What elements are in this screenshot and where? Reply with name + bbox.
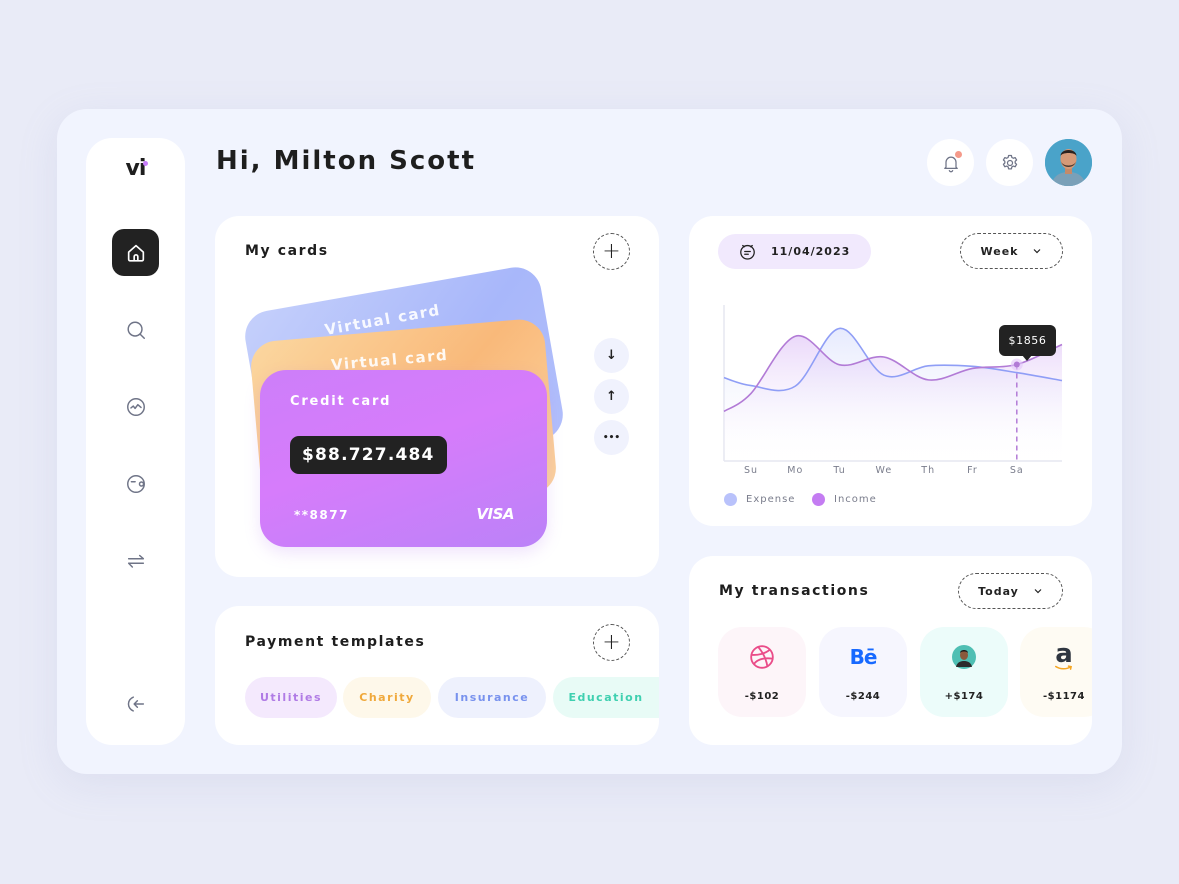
x-tick-label: Mo <box>787 465 803 476</box>
amazon-logo-text: a <box>1055 639 1073 669</box>
chip-label: Insurance <box>454 691 530 704</box>
sidebar: vi <box>86 138 185 745</box>
x-tick-label: Fr <box>967 465 978 476</box>
logo: vi <box>86 156 185 181</box>
move-down-button[interactable]: ↓ <box>594 338 629 373</box>
logo-dot <box>143 161 148 166</box>
logout-button[interactable] <box>112 680 159 727</box>
transactions-title: My transactions <box>719 583 870 599</box>
transaction-item[interactable]: -$102 <box>718 627 806 717</box>
activity-icon <box>126 397 145 416</box>
dribbble-icon <box>749 643 775 671</box>
add-template-button[interactable]: + <box>593 624 630 661</box>
template-chip-education[interactable]: Education <box>553 677 659 718</box>
plus-icon: + <box>602 629 621 655</box>
logo-text: vi <box>125 156 147 181</box>
sidebar-item-wallet[interactable] <box>112 460 159 507</box>
card-balance: $88.727.484 <box>290 436 447 474</box>
period-dropdown[interactable]: Week <box>960 233 1063 269</box>
card-number: **8877 <box>294 508 349 522</box>
chart-tooltip: $1856 <box>999 325 1056 361</box>
transaction-amount: -$102 <box>744 691 780 702</box>
transaction-amount: -$244 <box>845 691 881 702</box>
transaction-amount: +$174 <box>944 691 984 702</box>
x-tick-label: Su <box>744 465 758 476</box>
sidebar-item-home[interactable] <box>112 229 159 276</box>
person-avatar-icon <box>952 643 976 671</box>
x-tick-label: Sa <box>1010 465 1024 476</box>
template-chip-charity[interactable]: Charity <box>343 677 431 718</box>
transaction-item[interactable]: Bē -$244 <box>819 627 907 717</box>
legend-swatch-income <box>812 493 825 506</box>
settings-button[interactable] <box>986 139 1033 186</box>
page-title: Hi, Milton Scott <box>216 146 477 176</box>
home-icon <box>127 244 144 262</box>
arrow-down-icon: ↓ <box>606 348 617 363</box>
logout-icon <box>127 695 144 712</box>
sidebar-item-transfer[interactable] <box>112 537 159 584</box>
transaction-item[interactable]: +$174 <box>920 627 1008 717</box>
legend-income[interactable]: Income <box>812 493 877 506</box>
sidebar-item-activity[interactable] <box>112 383 159 430</box>
amazon-icon: a <box>1051 639 1077 671</box>
date-picker[interactable]: 11/04/2023 <box>718 234 871 269</box>
sidebar-item-search[interactable] <box>112 306 159 353</box>
calendar-icon <box>740 244 755 260</box>
my-cards-title: My cards <box>245 243 329 259</box>
notification-badge <box>955 151 962 158</box>
credit-card-front[interactable]: Credit card $88.727.484 **8877 VISA <box>260 370 547 547</box>
legend-expense[interactable]: Expense <box>724 493 795 506</box>
legend-label: Income <box>834 494 877 505</box>
search-icon <box>126 320 145 339</box>
user-avatar[interactable] <box>1045 139 1092 186</box>
move-up-button[interactable]: ↑ <box>594 379 629 414</box>
x-tick-label: We <box>876 465 893 476</box>
period-label: Week <box>980 244 1019 258</box>
chevron-down-icon <box>1034 589 1042 594</box>
template-chip-utilities[interactable]: Utilities <box>245 677 337 718</box>
chevron-down-icon <box>1034 249 1041 254</box>
transaction-amount: -$1174 <box>1043 691 1085 702</box>
behance-icon: Bē <box>849 643 878 671</box>
transactions-list[interactable]: -$102 Bē -$244 +$174 a -$1174 <box>689 620 1092 725</box>
payment-templates-title: Payment templates <box>245 634 426 650</box>
amazon-smile <box>1055 665 1073 670</box>
plus-icon: + <box>602 238 621 264</box>
behance-logo-text: Bē <box>849 645 878 669</box>
wallet-icon <box>126 474 145 493</box>
template-chip-insurance[interactable]: Insurance <box>438 677 546 718</box>
arrow-up-icon: ↑ <box>606 389 617 404</box>
payment-templates-panel <box>215 606 659 745</box>
period-label: Today <box>978 584 1019 598</box>
chip-label: Education <box>568 691 644 704</box>
transfer-icon <box>127 554 144 568</box>
visa-logo-icon: VISA <box>476 505 514 523</box>
more-icon: ••• <box>602 432 621 443</box>
x-tick-label: Tu <box>832 465 845 476</box>
legend-swatch-expense <box>724 493 737 506</box>
card-type-label: Credit card <box>290 394 392 409</box>
income-expense-chart: Su Mo Tu We Th Fr Sa <box>723 305 1063 476</box>
date-label: 11/04/2023 <box>771 245 851 258</box>
more-button[interactable]: ••• <box>594 420 629 455</box>
gear-icon <box>1002 154 1017 169</box>
x-tick-label: Th <box>920 465 935 476</box>
transactions-period-dropdown[interactable]: Today <box>958 573 1063 609</box>
legend-label: Expense <box>746 494 796 505</box>
avatar-image <box>1045 139 1092 186</box>
notifications-button[interactable] <box>927 139 974 186</box>
highlight-point[interactable] <box>1013 361 1020 368</box>
add-card-button[interactable]: + <box>593 233 630 270</box>
transaction-item[interactable]: a -$1174 <box>1020 627 1092 717</box>
chip-label: Utilities <box>259 691 323 704</box>
chip-label: Charity <box>359 691 415 704</box>
